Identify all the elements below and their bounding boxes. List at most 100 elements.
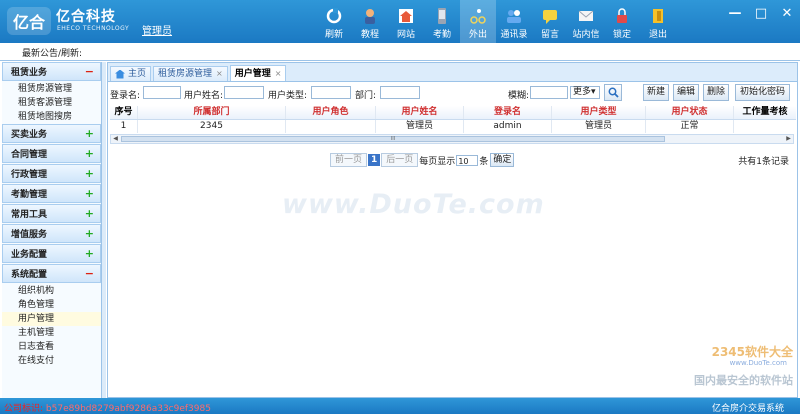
sidebar-group-rental[interactable]: 租赁业务 − xyxy=(2,62,101,81)
page-number[interactable]: 1 xyxy=(368,154,381,166)
table-header: 序号 所属部门 用户角色 用户姓名 登录名 用户类型 用户状态 工作量考核 xyxy=(110,106,796,120)
toolbar-exit-button[interactable]: 退出 xyxy=(640,0,676,43)
close-tab-icon[interactable]: × xyxy=(275,67,282,81)
login-name-input[interactable] xyxy=(143,86,181,99)
toolbar-contacts-button[interactable]: 通讯录 xyxy=(496,0,532,43)
column-header[interactable]: 序号 xyxy=(110,106,138,119)
reset-password-button[interactable]: 初始化密码 xyxy=(735,84,790,101)
sidebar-group-contract[interactable]: 合同管理 + xyxy=(2,144,101,163)
sidebar-group-admin[interactable]: 行政管理 + xyxy=(2,164,101,183)
minimize-button[interactable]: — xyxy=(722,0,748,26)
new-button[interactable]: 新建 xyxy=(643,84,669,101)
tab-label: 租赁房源管理 xyxy=(158,69,213,79)
home-icon xyxy=(115,69,125,79)
scroll-left-icon[interactable]: ◀ xyxy=(111,135,120,143)
sidebar-group-tools[interactable]: 常用工具 + xyxy=(2,204,101,223)
toolbar-attendance-button[interactable]: 考勤 xyxy=(424,0,460,43)
toolbar-label: 站内信 xyxy=(572,30,600,40)
sidebar-item-rental-listings[interactable]: 租赁房源管理 xyxy=(2,82,101,96)
column-header[interactable]: 用户类型 xyxy=(552,106,646,119)
maximize-button[interactable]: □ xyxy=(748,0,774,26)
fuzzy-search-input[interactable] xyxy=(530,86,568,99)
prev-page-button[interactable]: 前一页 xyxy=(330,153,368,167)
sidebar-item-payment[interactable]: 在线支付 xyxy=(2,354,101,368)
toolbar-website-button[interactable]: 网站 xyxy=(388,0,424,43)
watermark-slogan: 国内最安全的软件站 xyxy=(694,374,793,387)
sidebar: 租赁业务 − 租赁房源管理 租赁客源管理 租赁地图搜房 买卖业务 + 合同管理 + 行… xyxy=(2,62,102,398)
sidebar-item-organization[interactable]: 组织机构 xyxy=(2,284,101,298)
toolbar-out-button[interactable]: 外出 xyxy=(460,0,496,43)
record-count: 共有1条记录 xyxy=(738,157,789,167)
sidebar-splitter[interactable] xyxy=(102,62,106,398)
sidebar-item-hosts[interactable]: 主机管理 xyxy=(2,326,101,340)
table-row[interactable]: 1 2345 管理员 admin 管理员 正常 xyxy=(110,120,796,133)
sidebar-group-value-added[interactable]: 增值服务 + xyxy=(2,224,101,243)
scroll-right-icon[interactable]: ▶ xyxy=(784,135,793,143)
more-filters-dropdown[interactable]: 更多▾ xyxy=(570,86,600,99)
watermark-brand: 2345软件大全 xyxy=(711,345,793,359)
per-page-unit: 条 xyxy=(479,156,489,167)
column-header[interactable]: 登录名 xyxy=(464,106,552,119)
confirm-page-button[interactable]: 确定 xyxy=(490,153,515,167)
status-bar: 公司标识: b57e89bd8279abf9286a33c9ef3985 亿合房… xyxy=(0,398,800,414)
user-role-link[interactable]: 管理员 xyxy=(142,22,172,37)
scrollbar-thumb[interactable]: III xyxy=(121,136,665,142)
toolbar-label: 退出 xyxy=(648,30,667,40)
sidebar-item-users[interactable]: 用户管理 xyxy=(2,312,101,326)
table-cell: 2345 xyxy=(138,120,286,133)
next-page-button[interactable]: 后一页 xyxy=(381,153,419,167)
tab-strip: 主页 租赁房源管理 × 用户管理 × xyxy=(108,63,797,82)
toolbar-message-button[interactable]: 留言 xyxy=(532,0,568,43)
toolbar-label: 外出 xyxy=(468,30,487,40)
sidebar-group-trade[interactable]: 买卖业务 + xyxy=(2,124,101,143)
company-id-code: b57e89bd8279abf9286a33c9ef3985 xyxy=(45,404,211,414)
exit-icon xyxy=(653,9,663,23)
toolbar-refresh-button[interactable]: 刷新 xyxy=(316,0,352,43)
column-header[interactable]: 所属部门 xyxy=(138,106,286,119)
column-header[interactable]: 用户角色 xyxy=(286,106,376,119)
phone-icon xyxy=(438,8,446,24)
sidebar-item-roles[interactable]: 角色管理 xyxy=(2,298,101,312)
notice-refresh-link[interactable]: 最新公告/刷新: xyxy=(22,46,82,59)
bicycle-icon xyxy=(470,9,486,24)
toolbar-label: 考勤 xyxy=(432,30,451,40)
home-icon xyxy=(399,9,413,23)
search-button[interactable] xyxy=(604,84,622,101)
sidebar-item-logs[interactable]: 日志查看 xyxy=(2,340,101,354)
table-cell xyxy=(734,120,796,133)
edit-button[interactable]: 编辑 xyxy=(673,84,699,101)
sidebar-group-label: 买卖业务 xyxy=(11,130,48,140)
mail-icon xyxy=(578,10,594,21)
table-cell: 管理员 xyxy=(376,120,464,133)
horizontal-scrollbar[interactable]: ◀ III ▶ xyxy=(110,134,794,144)
tab-rental-listings[interactable]: 租赁房源管理 × xyxy=(153,66,228,81)
sidebar-group-system-config[interactable]: 系统配置 − xyxy=(2,264,101,283)
sidebar-item-rental-map[interactable]: 租赁地图搜房 xyxy=(2,110,101,124)
sidebar-item-rental-clients[interactable]: 租赁客源管理 xyxy=(2,96,101,110)
watermark-url: www.DuoTe.com xyxy=(729,359,787,367)
toolbar-lock-button[interactable]: 锁定 xyxy=(604,0,640,43)
sidebar-group-attendance[interactable]: 考勤管理 + xyxy=(2,184,101,203)
sidebar-group-business-config[interactable]: 业务配置 + xyxy=(2,244,101,263)
user-name-input[interactable] xyxy=(224,86,264,99)
tab-home[interactable]: 主页 xyxy=(110,66,152,81)
column-header[interactable]: 用户姓名 xyxy=(376,106,464,119)
close-button[interactable]: ✕ xyxy=(774,0,800,26)
tab-user-management[interactable]: 用户管理 × xyxy=(229,65,287,81)
main-content: 主页 租赁房源管理 × 用户管理 × 登录名: 用户姓名: 用户类型: 部门: 模糊… xyxy=(107,62,798,398)
user-type-input[interactable] xyxy=(311,86,351,99)
sidebar-group-label: 合同管理 xyxy=(11,150,48,160)
watermark-corner: 2345软件大全 www.DuoTe.com 国内最安全的软件站 xyxy=(653,343,793,393)
close-tab-icon[interactable]: × xyxy=(216,67,223,81)
tab-label: 用户管理 xyxy=(234,68,271,79)
sidebar-group-label: 考勤管理 xyxy=(11,190,48,200)
column-header[interactable]: 用户状态 xyxy=(646,106,734,119)
toolbar-tutorial-button[interactable]: 教程 xyxy=(352,0,388,43)
department-input[interactable] xyxy=(380,86,420,99)
delete-button[interactable]: 删除 xyxy=(703,84,729,101)
toolbar-label: 锁定 xyxy=(612,30,631,40)
toolbar-inbox-button[interactable]: 站内信 xyxy=(568,0,604,43)
column-header[interactable]: 工作量考核 xyxy=(734,106,796,119)
page-size-input[interactable]: 10 xyxy=(456,154,479,166)
sidebar-group-label: 增值服务 xyxy=(11,230,48,240)
